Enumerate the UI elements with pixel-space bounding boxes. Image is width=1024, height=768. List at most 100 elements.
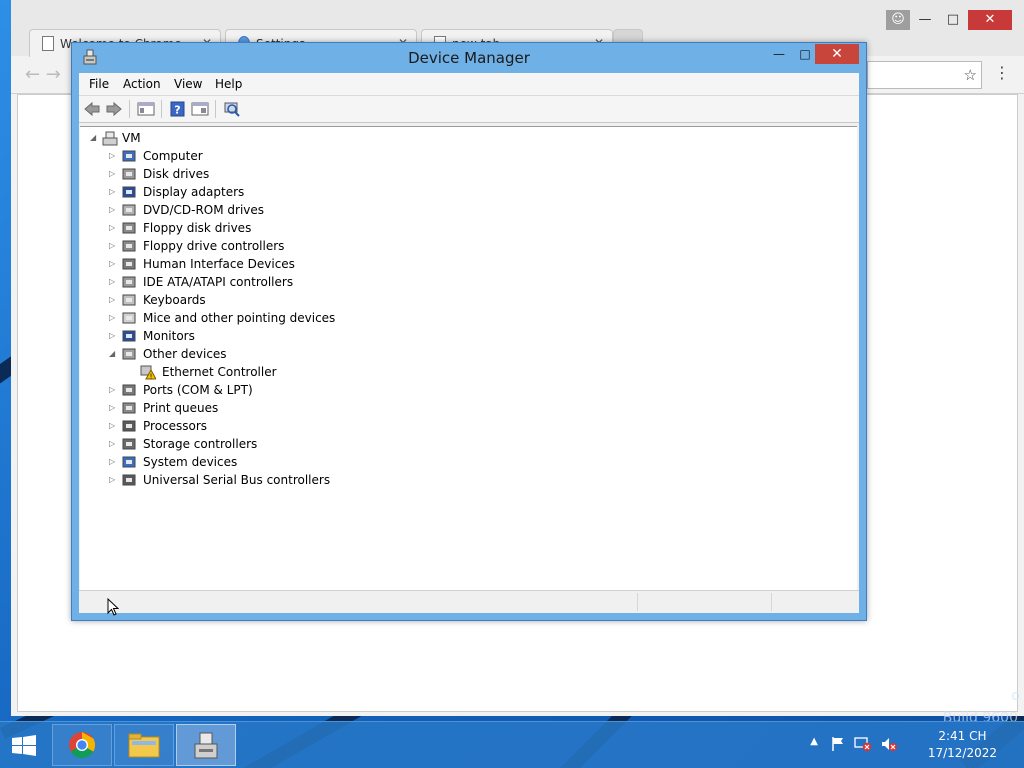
tree-item-label: Monitors <box>143 329 195 343</box>
menu-file[interactable]: File <box>89 77 109 91</box>
computer-root-icon <box>102 131 118 146</box>
menu-view[interactable]: View <box>174 77 202 91</box>
status-segment <box>771 593 772 611</box>
expand-arrow-icon[interactable]: ▷ <box>109 219 119 237</box>
expand-arrow-icon[interactable]: ▷ <box>109 273 119 291</box>
tree-item-label: Display adapters <box>143 185 245 199</box>
show-hide-console-tree-icon[interactable] <box>137 101 155 117</box>
scan-hardware-changes-icon[interactable] <box>223 101 241 117</box>
toolbar: ? <box>79 96 859 123</box>
windows-start-icon[interactable] <box>10 735 38 757</box>
menu-action[interactable]: Action <box>123 77 161 91</box>
close-button[interactable]: ✕ <box>815 44 859 64</box>
tree-item-label: Print queues <box>143 401 219 415</box>
tree-item-label: Keyboards <box>143 293 206 307</box>
expand-arrow-icon[interactable]: ▷ <box>109 147 119 165</box>
printer-icon <box>122 402 136 414</box>
taskbar: ▲ 2:41 CH 17/12/2022 <box>0 721 1024 768</box>
tree-item-label: Mice and other pointing devices <box>143 311 336 325</box>
minimize-button[interactable]: — <box>766 44 792 64</box>
ide-controller-icon <box>122 276 136 288</box>
properties-icon[interactable] <box>191 101 209 117</box>
device-manager-icon <box>194 732 218 759</box>
taskbar-clock[interactable]: 2:41 CH 17/12/2022 <box>928 728 997 762</box>
address-bar[interactable]: ☆ <box>867 61 982 89</box>
window-body: File Action View Help ? ◢ VM ▷ Computer … <box>79 73 859 613</box>
tree-item-label: Floppy drive controllers <box>143 239 285 253</box>
close-button[interactable]: ✕ <box>968 10 1012 30</box>
expand-arrow-icon[interactable]: ▷ <box>109 453 119 471</box>
port-icon <box>122 384 136 396</box>
show-hidden-icons-icon[interactable]: ▲ <box>810 736 818 747</box>
expand-arrow-icon[interactable]: ▷ <box>109 201 119 219</box>
device-tree[interactable]: ◢ VM ▷ Computer ▷ Disk drives ▷ Display adapt… <box>80 126 857 591</box>
hid-icon <box>122 258 136 270</box>
expand-arrow-icon[interactable]: ▷ <box>109 327 119 345</box>
back-forward-icons[interactable]: ← → <box>25 64 61 85</box>
display-adapter-icon <box>122 186 136 198</box>
system-device-icon <box>122 456 136 468</box>
minimize-button[interactable]: — <box>912 10 938 30</box>
collapse-arrow-icon[interactable]: ◢ <box>109 345 119 363</box>
chrome-icon <box>69 732 96 759</box>
maximize-button[interactable]: □ <box>940 10 966 30</box>
clock-time: 2:41 CH <box>938 729 987 743</box>
network-disconnected-icon[interactable] <box>854 736 872 752</box>
back-arrow-icon[interactable] <box>83 101 101 117</box>
tree-item-label: Human Interface Devices <box>143 257 295 271</box>
chrome-window-controls: ☺ — □ ✕ <box>886 10 1012 30</box>
volume-muted-icon[interactable] <box>880 736 898 752</box>
collapse-arrow-icon[interactable]: ◢ <box>90 129 100 147</box>
clock-date: 17/12/2022 <box>927 746 997 760</box>
toolbar-separator <box>129 100 130 118</box>
chrome-taskbar-button[interactable] <box>52 724 112 766</box>
expand-arrow-icon[interactable]: ▷ <box>109 309 119 327</box>
expand-arrow-icon[interactable]: ▷ <box>109 183 119 201</box>
expand-arrow-icon[interactable]: ▷ <box>109 399 119 417</box>
tree-item-label: Universal Serial Bus controllers <box>143 473 331 487</box>
expand-arrow-icon[interactable]: ▷ <box>109 237 119 255</box>
profile-icon[interactable]: ☺ <box>886 10 910 30</box>
expand-arrow-icon[interactable]: ▷ <box>109 471 119 489</box>
menu-bar: File Action View Help <box>79 73 859 96</box>
toolbar-separator <box>215 100 216 118</box>
keyboard-icon <box>122 294 136 306</box>
unknown-device-icon <box>122 348 136 360</box>
forward-arrow-icon[interactable] <box>105 101 123 117</box>
mouse-icon <box>122 312 136 324</box>
expand-arrow-icon[interactable]: ▷ <box>109 381 119 399</box>
chrome-menu-icon[interactable]: ⋮ <box>994 65 1010 81</box>
expand-arrow-icon[interactable]: ▷ <box>109 291 119 309</box>
desktop-watermark: o <box>1011 688 1020 704</box>
processor-icon <box>122 420 136 432</box>
toolbar-separator <box>161 100 162 118</box>
device-manager-window: Device Manager — □ ✕ File Action View He… <box>71 42 867 621</box>
action-center-flag-icon[interactable] <box>830 736 846 752</box>
file-explorer-taskbar-button[interactable] <box>114 724 174 766</box>
expand-arrow-icon[interactable]: ▷ <box>109 435 119 453</box>
mouse-cursor-icon <box>107 598 119 616</box>
bookmark-star-icon[interactable]: ☆ <box>964 66 977 84</box>
device-manager-taskbar-button[interactable] <box>176 724 236 766</box>
svg-text:?: ? <box>174 104 180 117</box>
computer-icon <box>122 150 136 162</box>
storage-controller-icon <box>122 438 136 450</box>
dvd-drive-icon <box>122 204 136 216</box>
svg-text:!: ! <box>150 372 153 380</box>
tree-root-label: VM <box>122 131 141 145</box>
monitor-icon <box>122 330 136 342</box>
tree-item-label: Other devices <box>143 347 227 361</box>
tree-item-label: Storage controllers <box>143 437 258 451</box>
expand-arrow-icon[interactable]: ▷ <box>109 165 119 183</box>
title-bar[interactable]: Device Manager — □ ✕ <box>72 43 866 73</box>
menu-help[interactable]: Help <box>215 77 242 91</box>
page-icon <box>42 36 54 51</box>
usb-icon <box>122 474 136 486</box>
tree-item-label: IDE ATA/ATAPI controllers <box>143 275 294 289</box>
tree-item-label: Ethernet Controller <box>162 365 277 379</box>
disk-drive-icon <box>122 168 136 180</box>
tree-item-label: DVD/CD-ROM drives <box>143 203 265 217</box>
expand-arrow-icon[interactable]: ▷ <box>109 417 119 435</box>
help-icon[interactable]: ? <box>169 101 187 117</box>
expand-arrow-icon[interactable]: ▷ <box>109 255 119 273</box>
